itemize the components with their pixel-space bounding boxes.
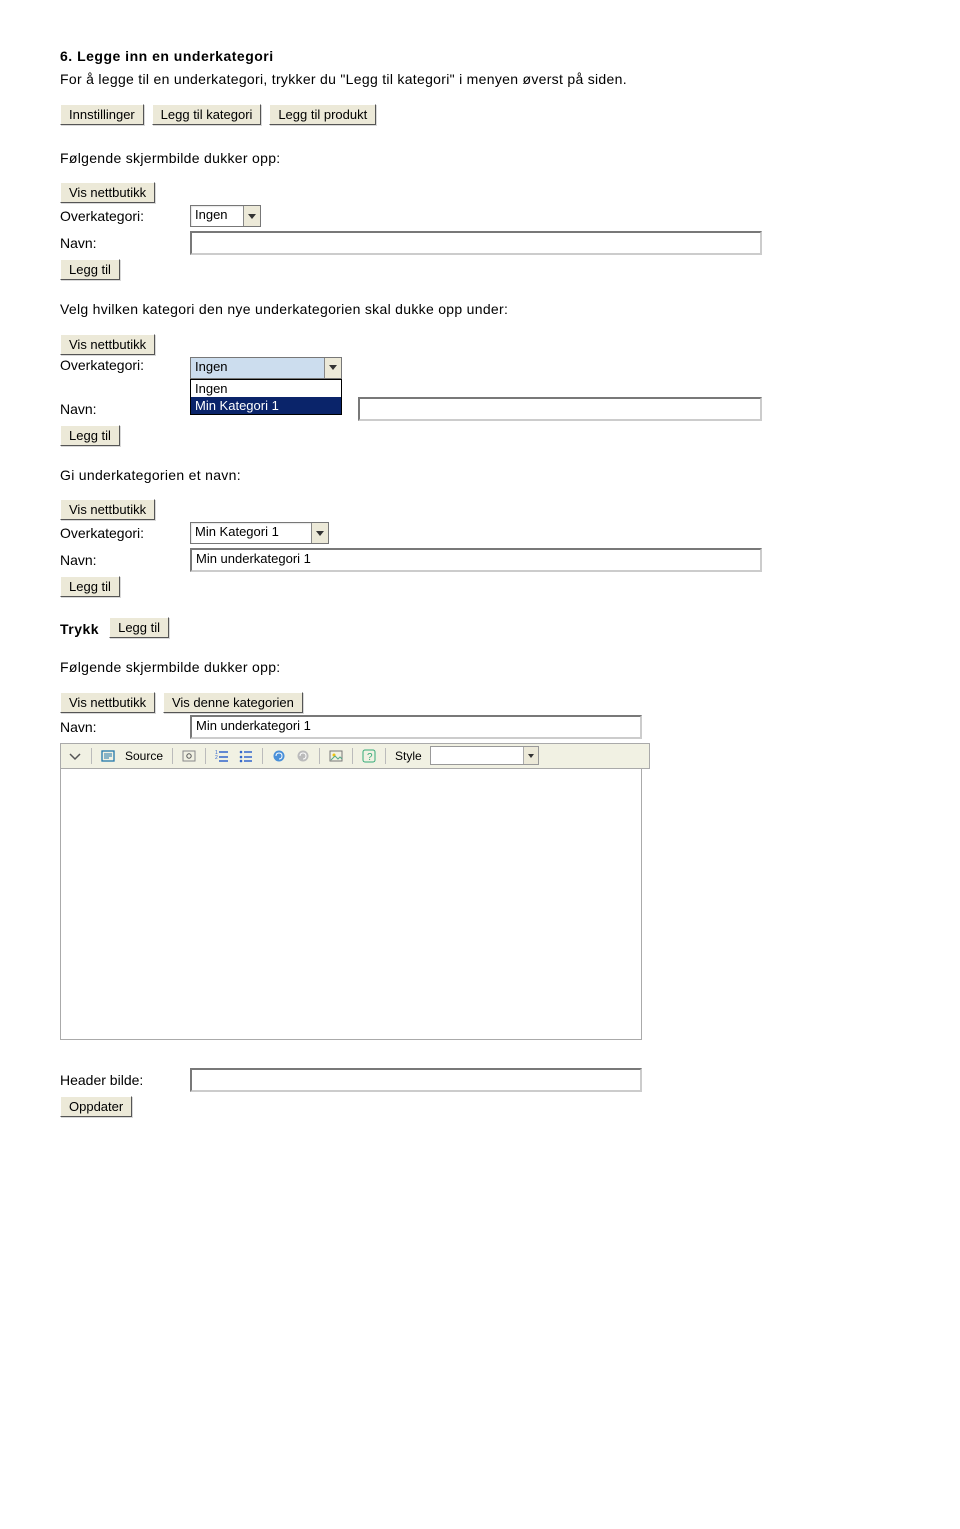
parent-category-label: Overkategori:	[60, 525, 190, 541]
style-label: Style	[392, 749, 425, 763]
press-row: Trykk Legg til	[60, 617, 900, 640]
source-label[interactable]: Source	[122, 749, 166, 763]
form-block-3: Vis nettbutikk Overkategori: Min Kategor…	[60, 499, 900, 599]
show-store-button[interactable]: Vis nettbutikk	[60, 182, 155, 203]
chevron-down-icon	[243, 206, 260, 226]
show-store-button[interactable]: Vis nettbutikk	[60, 499, 155, 520]
top-menu-row: Innstillinger Legg til kategori Legg til…	[60, 104, 900, 127]
show-store-button[interactable]: Vis nettbutikk	[60, 334, 155, 355]
result-block: Vis nettbutikk Vis denne kategorien Navn…	[60, 692, 900, 1119]
add-button[interactable]: Legg til	[109, 617, 169, 638]
chevron-down-icon	[523, 747, 538, 764]
show-this-category-button[interactable]: Vis denne kategorien	[163, 692, 303, 713]
preview-icon[interactable]	[179, 746, 199, 766]
header-image-label: Header bilde:	[60, 1072, 190, 1088]
editor-textarea[interactable]	[60, 769, 642, 1040]
add-button[interactable]: Legg til	[60, 259, 120, 280]
following-text-1: Følgende skjermbilde dukker opp:	[60, 149, 900, 169]
settings-button[interactable]: Innstillinger	[60, 104, 144, 125]
help-icon[interactable]: ?	[359, 746, 379, 766]
svg-text:2: 2	[215, 755, 218, 761]
parent-category-value: Ingen	[191, 358, 324, 378]
give-name-text: Gi underkategorien et navn:	[60, 466, 900, 486]
form-block-2: Vis nettbutikk Overkategori: Ingen Ingen…	[60, 334, 900, 448]
parent-category-dropdown: Ingen Min Kategori 1	[190, 379, 342, 415]
chevron-down-icon	[324, 358, 341, 378]
pick-category-text: Velg hvilken kategori den nye underkateg…	[60, 300, 900, 320]
header-image-input[interactable]	[190, 1068, 642, 1092]
name-input[interactable]: Min underkategori 1	[190, 548, 762, 572]
parent-category-value: Ingen	[191, 206, 243, 226]
press-label: Trykk	[60, 621, 99, 637]
unordered-list-icon[interactable]	[236, 746, 256, 766]
add-button[interactable]: Legg til	[60, 576, 120, 597]
name-label: Navn:	[60, 719, 190, 735]
style-select[interactable]	[430, 746, 539, 765]
add-category-button[interactable]: Legg til kategori	[152, 104, 262, 125]
source-icon[interactable]	[98, 746, 118, 766]
form-block-1: Vis nettbutikk Overkategori: Ingen Navn:…	[60, 182, 900, 282]
expand-icon[interactable]	[65, 746, 85, 766]
parent-category-select[interactable]: Min Kategori 1	[190, 522, 329, 544]
following-text-2: Følgende skjermbilde dukker opp:	[60, 658, 900, 678]
parent-category-select[interactable]: Ingen	[190, 205, 261, 227]
unlink-icon[interactable]	[293, 746, 313, 766]
name-input[interactable]	[358, 397, 762, 421]
name-input[interactable]	[190, 231, 762, 255]
dropdown-option[interactable]: Ingen	[191, 380, 341, 397]
name-label: Navn:	[60, 235, 190, 251]
link-icon[interactable]	[269, 746, 289, 766]
name-label: Navn:	[60, 401, 190, 417]
add-product-button[interactable]: Legg til produkt	[269, 104, 376, 125]
image-icon[interactable]	[326, 746, 346, 766]
ordered-list-icon[interactable]: 12	[212, 746, 232, 766]
chevron-down-icon	[311, 523, 328, 543]
svg-text:?: ?	[367, 752, 373, 763]
dropdown-option-selected[interactable]: Min Kategori 1	[191, 397, 341, 414]
parent-category-value: Min Kategori 1	[191, 523, 311, 543]
section-heading: 6. Legge inn en underkategori	[60, 48, 900, 64]
update-button[interactable]: Oppdater	[60, 1096, 132, 1117]
name-input[interactable]: Min underkategori 1	[190, 715, 642, 739]
style-value	[431, 747, 523, 764]
add-button[interactable]: Legg til	[60, 425, 120, 446]
show-store-button[interactable]: Vis nettbutikk	[60, 692, 155, 713]
parent-category-label: Overkategori:	[60, 208, 190, 224]
editor-toolbar: Source 12 ? Style	[60, 743, 650, 769]
name-label: Navn:	[60, 552, 190, 568]
parent-category-select[interactable]: Ingen	[190, 357, 342, 379]
parent-category-label: Overkategori:	[60, 357, 190, 373]
intro-text: For å legge til en underkategori, trykke…	[60, 70, 900, 90]
